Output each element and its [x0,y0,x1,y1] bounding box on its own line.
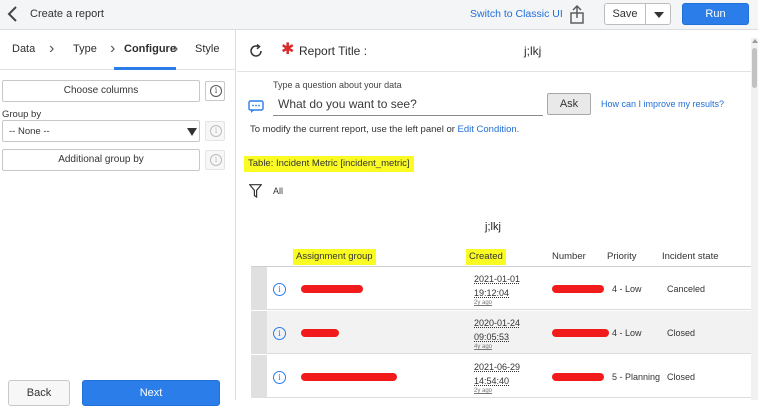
created-relative: 2y ago [474,388,493,394]
row-info-icon[interactable]: i [273,327,286,340]
active-step-indicator [114,67,176,70]
step-configure[interactable]: Configure [124,43,176,55]
table-row: i 2021-06-29 14:54:40 2y ago 5 - Plannin… [251,355,751,398]
report-title-bar: ✱ Report Title : j;lkj [237,30,751,72]
incident-state-cell: Canceled [667,284,706,294]
next-button[interactable]: Next [82,380,220,406]
choose-columns-info-button[interactable]: i [205,81,225,101]
group-by-select[interactable]: -- None -- [2,120,200,142]
switch-classic-link[interactable]: Switch to Classic UI [470,8,563,20]
created-date-link[interactable]: 2021-01-01 [474,274,520,284]
priority-cell: 5 - Planning [612,372,661,382]
nlq-search-input[interactable] [273,92,543,116]
redacted-number [552,373,604,381]
row-info-icon[interactable]: i [273,371,286,384]
scroll-up-arrow-icon[interactable] [751,38,758,44]
group-by-info-button: i [205,121,225,141]
modify-text: To modify the current report, use the le… [250,124,455,135]
edit-condition-link[interactable]: Edit Condition. [458,124,520,135]
created-relative: 2y ago [474,300,493,306]
choose-columns-button[interactable]: Choose columns [2,80,200,102]
incident-state-cell: Closed [667,328,696,338]
refresh-icon[interactable] [249,43,263,58]
column-header-incident-state[interactable]: Incident state [662,251,719,267]
ask-button[interactable]: Ask [547,93,591,115]
created-time-link[interactable]: 14:54:40 [474,376,509,386]
required-asterisk-icon: ✱ [281,41,295,58]
step-nav: Data › Type › Configure › Style [0,30,236,70]
column-header-priority[interactable]: Priority [607,251,637,267]
page-title: Create a report [30,8,104,20]
chevron-right-icon: › [110,40,116,57]
report-title-input[interactable]: j;lkj [524,44,541,58]
table-source-label: Table: Incident Metric [incident_metric] [244,156,414,172]
row-strip [251,355,267,398]
created-date-link[interactable]: 2020-01-24 [474,318,520,328]
share-icon[interactable] [568,5,586,25]
report-preview: ✱ Report Title : j;lkj Type a question a… [237,30,758,400]
group-by-value: -- None -- [9,126,50,137]
back-chevron-icon[interactable] [6,5,22,23]
chevron-right-icon: › [173,40,179,57]
report-heading: j;lkj [485,221,501,233]
chevron-right-icon: › [49,40,55,57]
group-by-label: Group by [2,109,42,120]
created-date-link[interactable]: 2021-06-29 [474,362,520,372]
modify-instructions: To modify the current report, use the le… [250,124,519,135]
step-style[interactable]: Style [195,43,219,55]
info-icon: i [210,154,222,166]
row-info-icon[interactable]: i [273,283,286,296]
info-icon: i [210,125,222,137]
save-button[interactable]: Save [604,3,646,25]
row-strip [251,267,267,310]
save-options-chevron-down-icon[interactable] [645,3,671,25]
redacted-assignment-group [301,285,363,293]
filter-icon[interactable] [248,184,263,199]
caret-down-icon [187,128,197,136]
additional-group-by-info-button: i [205,150,225,170]
created-time-link[interactable]: 19:12:04 [474,288,509,298]
redacted-number [552,285,604,293]
scroll-thumb[interactable] [752,48,757,88]
step-data[interactable]: Data [12,43,35,55]
improve-results-link[interactable]: How can I improve my results? [601,99,724,109]
report-title-label: Report Title : [299,44,368,58]
priority-cell: 4 - Low [612,284,642,294]
back-button[interactable]: Back [8,380,70,406]
incident-state-cell: Closed [667,372,696,382]
row-strip [251,311,267,354]
nlq-hint: Type a question about your data [273,80,402,90]
table-row: i 2020-01-24 09:05:53 4y ago 4 - Low Clo… [251,311,751,354]
additional-group-by-button[interactable]: Additional group by [2,149,200,171]
step-type[interactable]: Type [73,43,97,55]
column-header-number[interactable]: Number [552,251,586,267]
priority-cell: 4 - Low [612,328,642,338]
column-header-assignment-group[interactable]: Assignment group [293,249,376,265]
top-header: Create a report Switch to Classic UI Sav… [0,0,758,30]
redacted-assignment-group [301,373,397,381]
chat-icon[interactable] [248,100,264,114]
config-panel: Data › Type › Configure › Style Choose c… [0,30,236,406]
created-relative: 4y ago [474,344,493,350]
vertical-scrollbar[interactable] [751,38,758,400]
redacted-assignment-group [301,329,339,337]
redacted-number [552,329,609,337]
created-time-link[interactable]: 09:05:53 [474,332,509,342]
run-button[interactable]: Run [682,3,749,25]
info-icon: i [210,85,222,97]
filter-summary: All [273,186,284,196]
table-row: i 2021-01-01 19:12:04 2y ago 4 - Low Can… [251,267,751,310]
column-header-created[interactable]: Created [466,249,506,265]
